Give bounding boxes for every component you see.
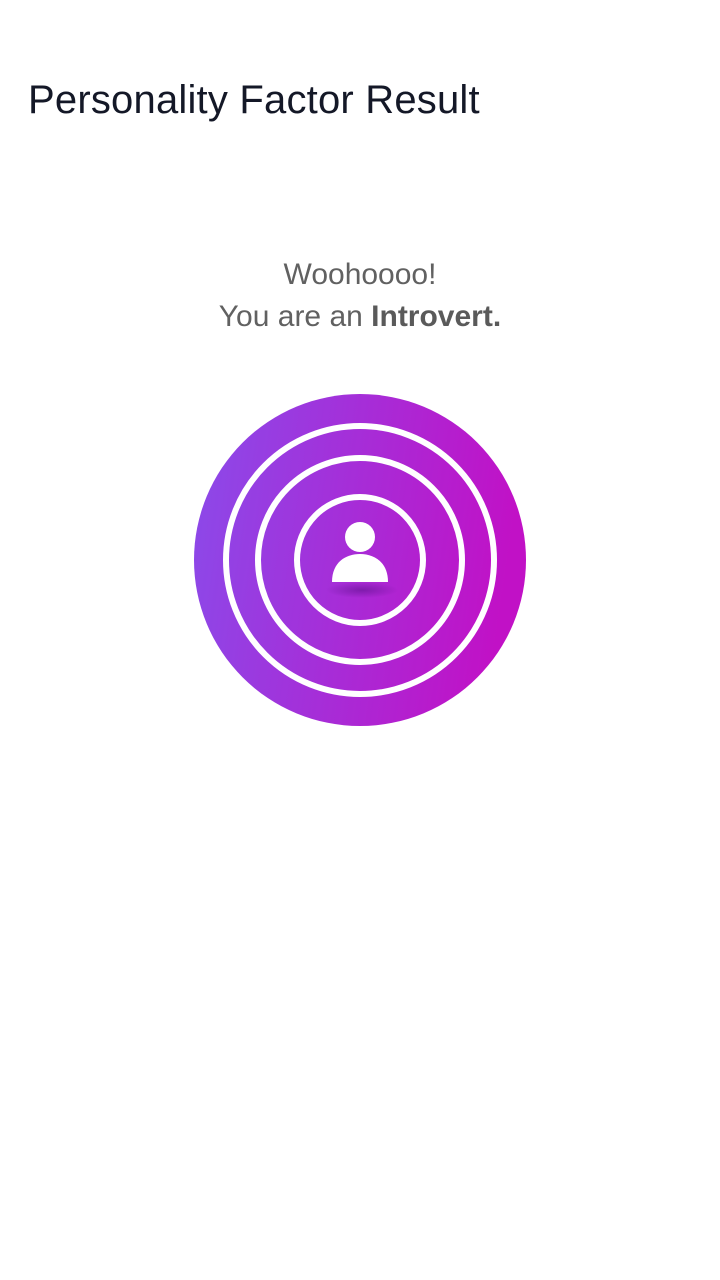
personality-type: Introvert xyxy=(371,300,493,333)
result-prefix: You are an xyxy=(218,300,372,333)
result-screen: Personality Factor Result Woohoooo! You … xyxy=(0,0,720,1280)
page-title: Personality Factor Result xyxy=(28,78,480,122)
result-suffix: . xyxy=(492,300,502,333)
result-message: Woohoooo! You are an Introvert. xyxy=(0,254,720,338)
badge-graphic xyxy=(194,394,526,726)
personality-badge xyxy=(194,394,526,726)
icon-shadow xyxy=(326,582,398,598)
greeting-text: Woohoooo! xyxy=(283,258,437,291)
result-line: You are an Introvert. xyxy=(0,296,720,338)
